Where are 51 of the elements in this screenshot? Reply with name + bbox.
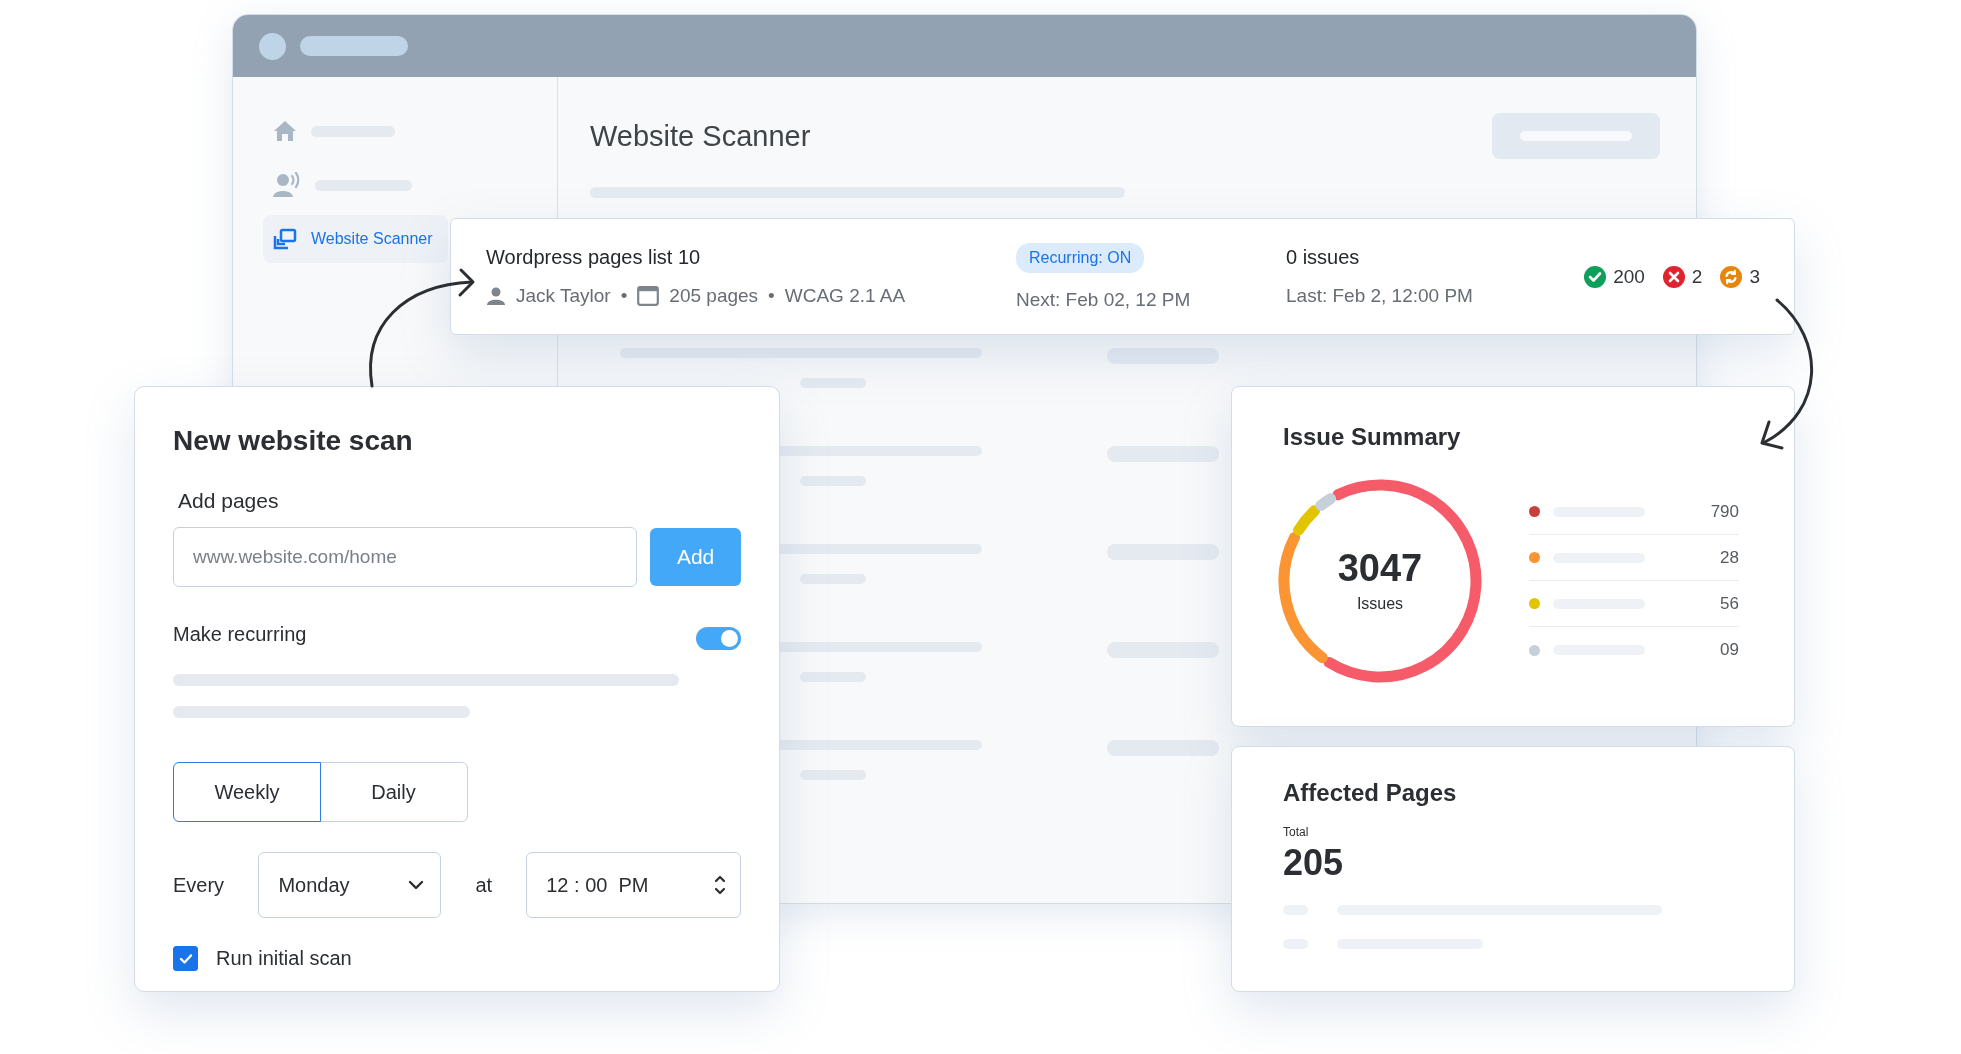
standard-label: WCAG 2.1 AA: [784, 285, 906, 307]
every-label: Every: [173, 873, 226, 897]
page-title: Website Scanner: [590, 119, 811, 153]
sidebar-label: Website Scanner: [311, 230, 433, 248]
issue-total: 3047: [1337, 549, 1423, 587]
check-icon: [178, 952, 193, 965]
time-field[interactable]: 12 : 00 PM: [526, 852, 741, 918]
legend-value: 09: [1720, 640, 1739, 660]
total-label: Total: [1283, 825, 1310, 839]
person-speaking-icon: [273, 172, 301, 198]
day-select[interactable]: Monday: [258, 852, 442, 918]
x-circle-icon: [1662, 265, 1685, 288]
last-scan: Last: Feb 2, 12:00 PM: [1286, 285, 1473, 307]
legend-value: 56: [1720, 593, 1739, 614]
stat-count: 200: [1613, 265, 1645, 288]
frequency-tab[interactable]: Weekly: [173, 762, 321, 822]
recurring-toggle[interactable]: [696, 627, 741, 650]
card-title: New website scan: [173, 425, 414, 457]
next-scan: Next: Feb 02, 12 PM: [1016, 288, 1191, 311]
card-title: Affected Pages: [1283, 779, 1458, 807]
stat-count: 2: [1691, 265, 1703, 288]
up-down-chevron-icon: [714, 874, 726, 896]
home-icon: [273, 120, 297, 142]
refresh-circle-icon: [1720, 265, 1743, 288]
at-label: at: [474, 873, 494, 897]
pages-total: 205: [1283, 845, 1345, 881]
issues-count: 0 issues: [1286, 246, 1360, 269]
issue-total-label: Issues: [1356, 595, 1404, 613]
legend-value: 28: [1720, 547, 1739, 568]
window-dot: [259, 32, 286, 60]
page-count: 205 pages: [669, 285, 759, 307]
recurring-label: Make recurring: [173, 623, 307, 646]
field-label: Add pages: [178, 489, 280, 513]
windows-icon: [273, 228, 297, 250]
chevron-down-icon: [408, 880, 425, 890]
frequency-tab[interactable]: Daily: [319, 762, 468, 822]
owner-name: Jack Taylor: [516, 285, 611, 307]
url-field[interactable]: www.website.com/home: [173, 527, 638, 587]
check-circle-icon: [1584, 265, 1607, 288]
checkbox-label: Run initial scan: [216, 947, 352, 970]
legend-value: 790: [1710, 501, 1739, 522]
separator-dot: •: [768, 285, 775, 307]
window-icon: [637, 286, 660, 306]
separator-dot: •: [620, 285, 628, 307]
scan-title: Wordpress pages list 10: [486, 246, 701, 269]
sidebar-item[interactable]: Website Scanner: [263, 215, 448, 263]
card-title: Issue Summary: [1283, 423, 1462, 451]
person-icon: [486, 286, 506, 306]
stat-count: 3: [1749, 265, 1760, 288]
recurring-badge: Recurring: ON: [1016, 242, 1145, 273]
initial-scan-checkbox[interactable]: [173, 946, 198, 971]
